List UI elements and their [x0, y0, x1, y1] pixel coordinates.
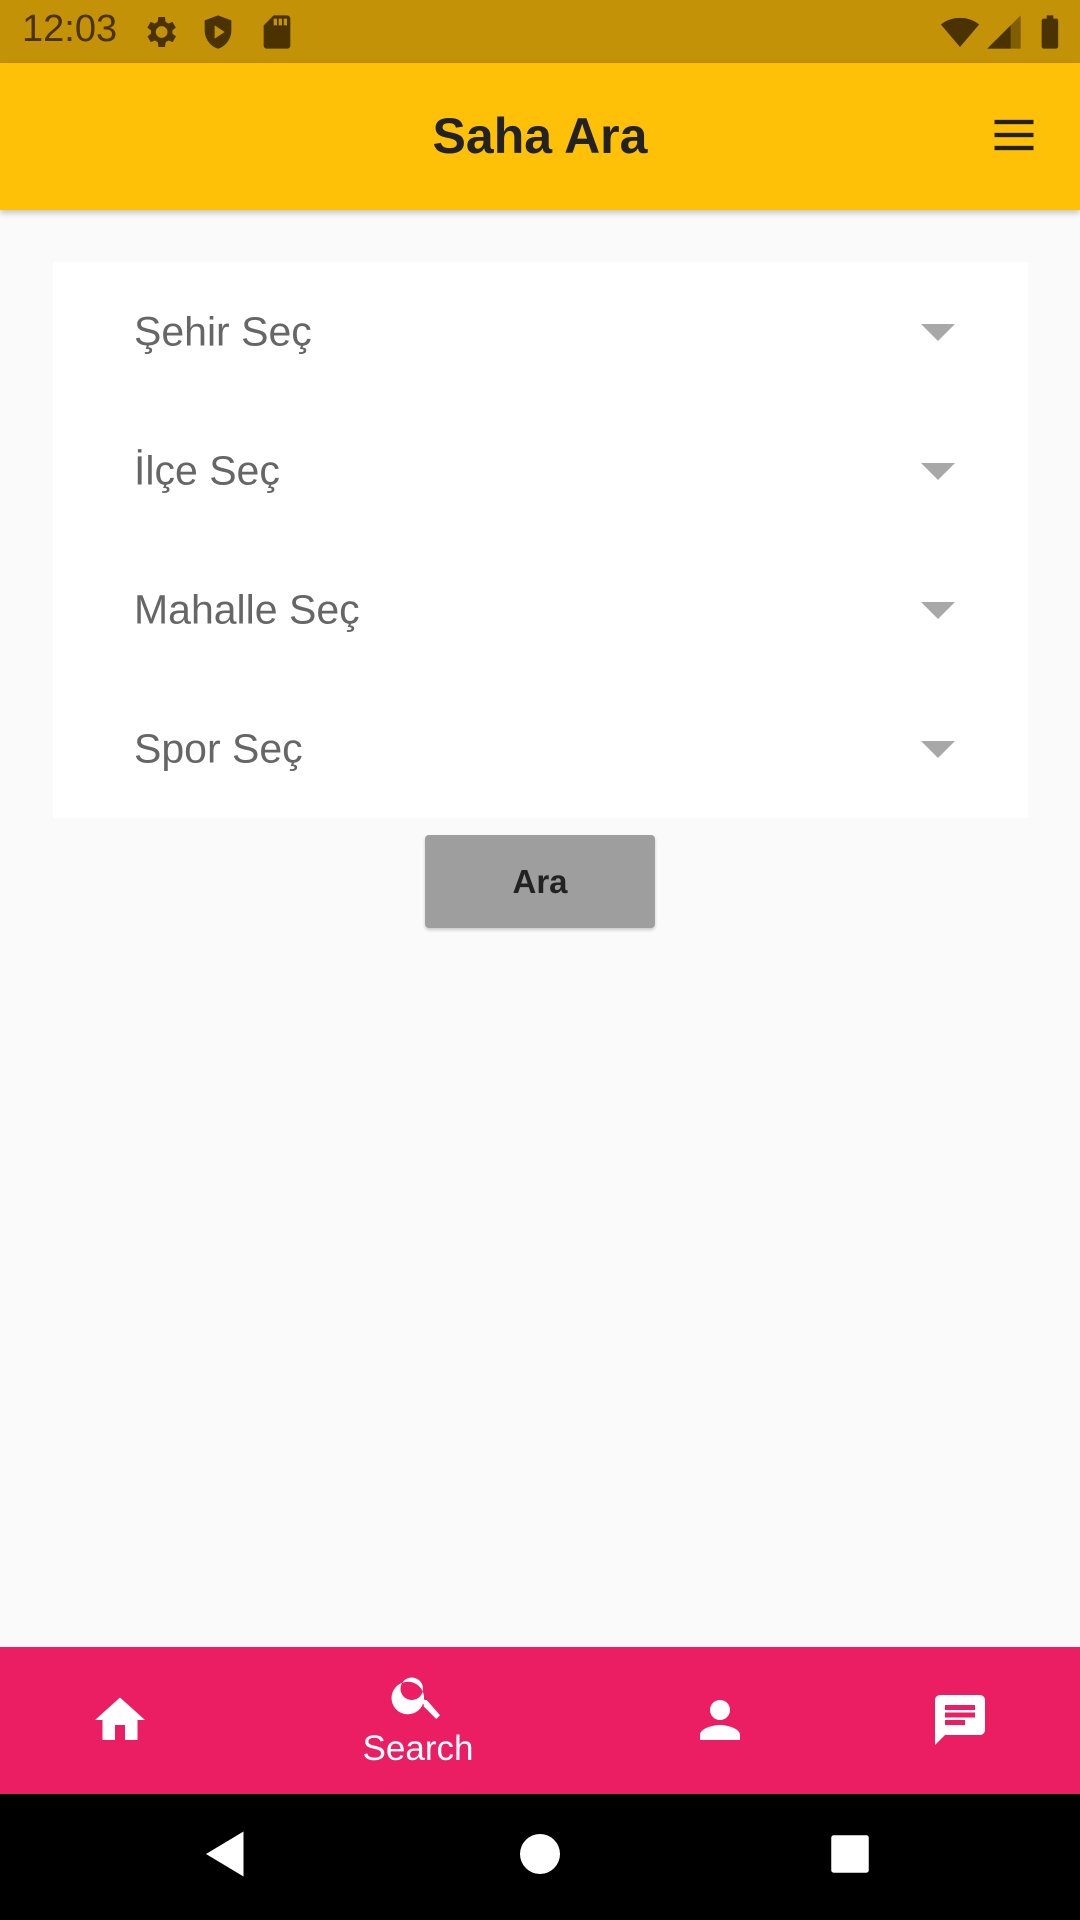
system-navigation-bar: [0, 1794, 1080, 1920]
battery-icon: [1041, 15, 1059, 49]
neighborhood-dropdown[interactable]: Mahalle Seç: [53, 540, 1028, 679]
back-icon[interactable]: [196, 1824, 256, 1884]
search-button[interactable]: Ara: [425, 835, 655, 928]
sport-dropdown-label: Spor Seç: [134, 725, 303, 771]
city-dropdown-label: Şehir Seç: [134, 308, 312, 354]
status-time: 12:03: [22, 8, 118, 50]
hamburger-menu-icon[interactable]: [988, 109, 1040, 161]
sport-dropdown[interactable]: Spor Seç: [53, 679, 1028, 818]
home-circle-icon[interactable]: [510, 1824, 570, 1884]
nav-item-profile[interactable]: [600, 1647, 840, 1794]
wifi-icon: [940, 17, 980, 47]
district-dropdown[interactable]: İlçe Seç: [53, 401, 1028, 540]
district-dropdown-label: İlçe Seç: [134, 447, 280, 493]
nav-item-search[interactable]: Search: [298, 1647, 538, 1794]
page-title: Saha Ara: [432, 108, 648, 164]
shield-play-icon: [204, 15, 232, 49]
filter-card: Şehir Seç İlçe Seç Mahalle Seç Spor Seç: [53, 262, 1028, 818]
status-bar: 12:03: [0, 0, 1080, 63]
person-icon: [700, 1700, 740, 1740]
nav-item-home[interactable]: [0, 1647, 240, 1794]
dropdown-arrow-icon: [921, 601, 955, 619]
dropdown-arrow-icon: [921, 323, 955, 341]
cell-signal-icon: [987, 15, 1021, 49]
chat-icon: [935, 1695, 985, 1745]
search-icon: [391, 1677, 440, 1719]
recents-square-icon[interactable]: [820, 1824, 880, 1884]
nav-item-messages[interactable]: [840, 1647, 1080, 1794]
dropdown-arrow-icon: [921, 740, 955, 758]
neighborhood-dropdown-label: Mahalle Seç: [134, 586, 360, 632]
search-screen: 12:03 Saha Ara Şehir Seç İlçe Seç Mahall…: [0, 0, 1080, 1920]
bottom-navigation: Search: [0, 1647, 1080, 1794]
dropdown-arrow-icon: [921, 462, 955, 480]
settings-icon: [147, 17, 176, 47]
app-bar: Saha Ara: [0, 63, 1080, 210]
sd-card-icon: [263, 15, 291, 49]
city-dropdown[interactable]: Şehir Seç: [53, 262, 1028, 401]
nav-label-search: Search: [362, 1729, 474, 1768]
home-icon: [95, 1697, 145, 1740]
